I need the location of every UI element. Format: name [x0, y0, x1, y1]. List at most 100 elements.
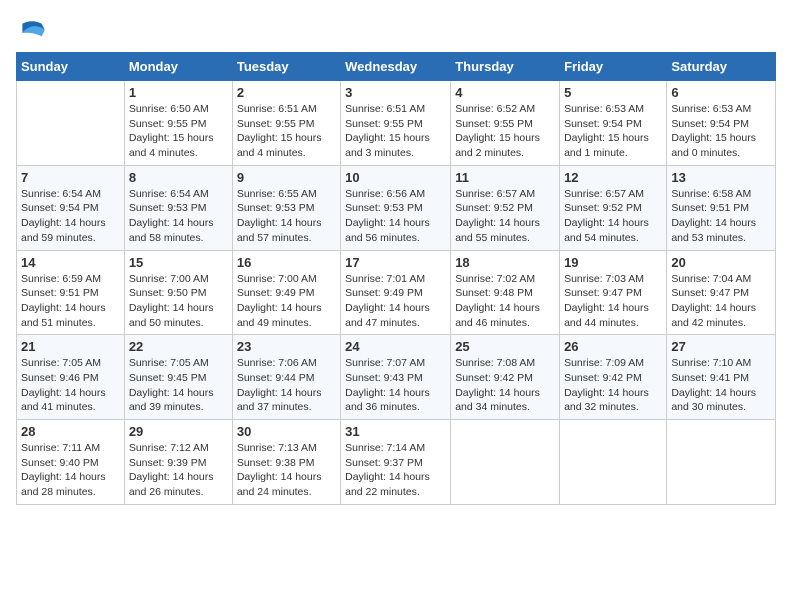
- day-info: Sunrise: 7:04 AM Sunset: 9:47 PM Dayligh…: [671, 272, 771, 331]
- day-info: Sunrise: 7:11 AM Sunset: 9:40 PM Dayligh…: [21, 441, 120, 500]
- day-number: 8: [129, 170, 228, 185]
- logo-icon: [16, 16, 48, 44]
- day-number: 25: [455, 339, 555, 354]
- calendar-cell: 20Sunrise: 7:04 AM Sunset: 9:47 PM Dayli…: [667, 250, 776, 335]
- day-number: 22: [129, 339, 228, 354]
- day-info: Sunrise: 6:58 AM Sunset: 9:51 PM Dayligh…: [671, 187, 771, 246]
- header-day-sunday: Sunday: [17, 53, 125, 81]
- day-info: Sunrise: 7:07 AM Sunset: 9:43 PM Dayligh…: [345, 356, 446, 415]
- day-number: 23: [237, 339, 336, 354]
- calendar-cell: 7 Sunrise: 6:54 AM Sunset: 9:54 PM Daylig…: [17, 165, 125, 250]
- calendar-cell: 24 Sunrise: 7:07 AM Sunset: 9:43 PM Dayli…: [341, 335, 451, 420]
- day-number: 29: [129, 424, 228, 439]
- day-number: 27: [671, 339, 771, 354]
- day-info: Sunrise: 6:53 AM Sunset: 9:54 PM Dayligh…: [671, 102, 771, 161]
- day-info: Sunrise: 6:55 AM Sunset: 9:53 PM Dayligh…: [237, 187, 336, 246]
- day-number: 16: [237, 255, 336, 270]
- day-info: Sunrise: 6:50 AM Sunset: 9:55 PM Dayligh…: [129, 102, 228, 161]
- calendar-week-2: 7 Sunrise: 6:54 AM Sunset: 9:54 PM Daylig…: [17, 165, 776, 250]
- day-info: Sunrise: 7:02 AM Sunset: 9:48 PM Dayligh…: [455, 272, 555, 331]
- day-number: 3: [345, 85, 446, 100]
- calendar-cell: 1Sunrise: 6:50 AM Sunset: 9:55 PM Daylig…: [124, 81, 232, 166]
- day-number: 14: [21, 255, 120, 270]
- calendar-cell: 30 Sunrise: 7:13 AM Sunset: 9:38 PM Dayli…: [232, 420, 340, 505]
- calendar-cell: 11Sunrise: 6:57 AM Sunset: 9:52 PM Dayli…: [451, 165, 560, 250]
- calendar-cell: 14Sunrise: 6:59 AM Sunset: 9:51 PM Dayli…: [17, 250, 125, 335]
- calendar-header-row: SundayMondayTuesdayWednesdayThursdayFrid…: [17, 53, 776, 81]
- day-number: 26: [564, 339, 662, 354]
- day-number: 5: [564, 85, 662, 100]
- calendar-cell: 28 Sunrise: 7:11 AM Sunset: 9:40 PM Dayli…: [17, 420, 125, 505]
- day-info: Sunrise: 7:08 AM Sunset: 9:42 PM Dayligh…: [455, 356, 555, 415]
- day-number: 24: [345, 339, 446, 354]
- calendar-cell: [667, 420, 776, 505]
- header-day-saturday: Saturday: [667, 53, 776, 81]
- day-info: Sunrise: 7:03 AM Sunset: 9:47 PM Dayligh…: [564, 272, 662, 331]
- day-number: 19: [564, 255, 662, 270]
- day-info: Sunrise: 7:12 AM Sunset: 9:39 PM Dayligh…: [129, 441, 228, 500]
- logo: [16, 16, 50, 44]
- day-info: Sunrise: 6:56 AM Sunset: 9:53 PM Dayligh…: [345, 187, 446, 246]
- calendar-cell: 29 Sunrise: 7:12 AM Sunset: 9:39 PM Dayli…: [124, 420, 232, 505]
- day-info: Sunrise: 7:00 AM Sunset: 9:50 PM Dayligh…: [129, 272, 228, 331]
- calendar-cell: 22 Sunrise: 7:05 AM Sunset: 9:45 PM Dayli…: [124, 335, 232, 420]
- calendar-cell: 5 Sunrise: 6:53 AM Sunset: 9:54 PM Daylig…: [560, 81, 667, 166]
- day-info: Sunrise: 6:52 AM Sunset: 9:55 PM Dayligh…: [455, 102, 555, 161]
- calendar-cell: 4Sunrise: 6:52 AM Sunset: 9:55 PM Daylig…: [451, 81, 560, 166]
- day-number: 10: [345, 170, 446, 185]
- day-number: 6: [671, 85, 771, 100]
- calendar-cell: 31Sunrise: 7:14 AM Sunset: 9:37 PM Dayli…: [341, 420, 451, 505]
- day-number: 12: [564, 170, 662, 185]
- day-info: Sunrise: 6:57 AM Sunset: 9:52 PM Dayligh…: [455, 187, 555, 246]
- calendar-cell: [451, 420, 560, 505]
- calendar-week-3: 14Sunrise: 6:59 AM Sunset: 9:51 PM Dayli…: [17, 250, 776, 335]
- calendar-cell: 15 Sunrise: 7:00 AM Sunset: 9:50 PM Dayli…: [124, 250, 232, 335]
- day-number: 18: [455, 255, 555, 270]
- calendar-cell: 6 Sunrise: 6:53 AM Sunset: 9:54 PM Daylig…: [667, 81, 776, 166]
- calendar-cell: 12 Sunrise: 6:57 AM Sunset: 9:52 PM Dayli…: [560, 165, 667, 250]
- page-container: SundayMondayTuesdayWednesdayThursdayFrid…: [0, 0, 792, 521]
- calendar-cell: 9 Sunrise: 6:55 AM Sunset: 9:53 PM Daylig…: [232, 165, 340, 250]
- calendar-week-1: 1Sunrise: 6:50 AM Sunset: 9:55 PM Daylig…: [17, 81, 776, 166]
- day-info: Sunrise: 6:54 AM Sunset: 9:53 PM Dayligh…: [129, 187, 228, 246]
- header-day-monday: Monday: [124, 53, 232, 81]
- calendar-cell: 13 Sunrise: 6:58 AM Sunset: 9:51 PM Dayli…: [667, 165, 776, 250]
- day-number: 28: [21, 424, 120, 439]
- calendar-table: SundayMondayTuesdayWednesdayThursdayFrid…: [16, 52, 776, 505]
- header-day-thursday: Thursday: [451, 53, 560, 81]
- calendar-cell: 10 Sunrise: 6:56 AM Sunset: 9:53 PM Dayli…: [341, 165, 451, 250]
- calendar-cell: 23 Sunrise: 7:06 AM Sunset: 9:44 PM Dayli…: [232, 335, 340, 420]
- calendar-week-4: 21 Sunrise: 7:05 AM Sunset: 9:46 PM Dayli…: [17, 335, 776, 420]
- calendar-cell: 21 Sunrise: 7:05 AM Sunset: 9:46 PM Dayli…: [17, 335, 125, 420]
- day-info: Sunrise: 7:13 AM Sunset: 9:38 PM Dayligh…: [237, 441, 336, 500]
- day-info: Sunrise: 6:51 AM Sunset: 9:55 PM Dayligh…: [345, 102, 446, 161]
- header-day-tuesday: Tuesday: [232, 53, 340, 81]
- day-number: 9: [237, 170, 336, 185]
- calendar-cell: 16 Sunrise: 7:00 AM Sunset: 9:49 PM Dayli…: [232, 250, 340, 335]
- header-day-wednesday: Wednesday: [341, 53, 451, 81]
- day-number: 21: [21, 339, 120, 354]
- day-info: Sunrise: 7:05 AM Sunset: 9:46 PM Dayligh…: [21, 356, 120, 415]
- day-number: 15: [129, 255, 228, 270]
- day-info: Sunrise: 6:53 AM Sunset: 9:54 PM Dayligh…: [564, 102, 662, 161]
- header: [16, 16, 776, 44]
- calendar-cell: 19 Sunrise: 7:03 AM Sunset: 9:47 PM Dayli…: [560, 250, 667, 335]
- calendar-cell: 26 Sunrise: 7:09 AM Sunset: 9:42 PM Dayli…: [560, 335, 667, 420]
- day-number: 31: [345, 424, 446, 439]
- day-info: Sunrise: 7:01 AM Sunset: 9:49 PM Dayligh…: [345, 272, 446, 331]
- calendar-cell: 8 Sunrise: 6:54 AM Sunset: 9:53 PM Daylig…: [124, 165, 232, 250]
- day-info: Sunrise: 7:09 AM Sunset: 9:42 PM Dayligh…: [564, 356, 662, 415]
- calendar-cell: 17Sunrise: 7:01 AM Sunset: 9:49 PM Dayli…: [341, 250, 451, 335]
- header-day-friday: Friday: [560, 53, 667, 81]
- day-info: Sunrise: 6:54 AM Sunset: 9:54 PM Dayligh…: [21, 187, 120, 246]
- calendar-cell: 18 Sunrise: 7:02 AM Sunset: 9:48 PM Dayli…: [451, 250, 560, 335]
- day-info: Sunrise: 7:06 AM Sunset: 9:44 PM Dayligh…: [237, 356, 336, 415]
- day-number: 2: [237, 85, 336, 100]
- day-number: 13: [671, 170, 771, 185]
- day-number: 30: [237, 424, 336, 439]
- day-info: Sunrise: 6:57 AM Sunset: 9:52 PM Dayligh…: [564, 187, 662, 246]
- day-info: Sunrise: 7:00 AM Sunset: 9:49 PM Dayligh…: [237, 272, 336, 331]
- calendar-week-5: 28 Sunrise: 7:11 AM Sunset: 9:40 PM Dayli…: [17, 420, 776, 505]
- day-info: Sunrise: 7:05 AM Sunset: 9:45 PM Dayligh…: [129, 356, 228, 415]
- day-number: 7: [21, 170, 120, 185]
